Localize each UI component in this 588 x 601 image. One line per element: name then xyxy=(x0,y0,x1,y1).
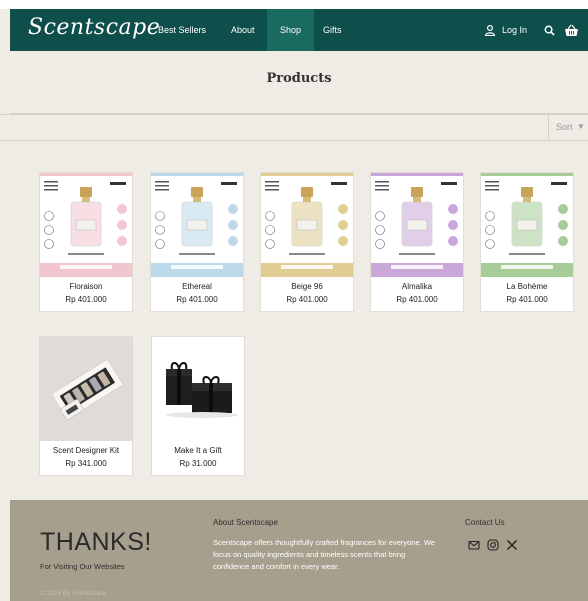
page-title: Products xyxy=(266,71,332,86)
copyright: © 2025 By Scentscape xyxy=(40,590,107,597)
product-name[interactable]: Floraison xyxy=(40,282,132,291)
navbar: Scentscape Best Sellers About Shop Gifts… xyxy=(10,9,588,51)
product-price: Rp 401.000 xyxy=(65,295,107,304)
product-price: Rp 401.000 xyxy=(286,295,328,304)
product-image[interactable] xyxy=(481,173,573,277)
product-price: Rp 401.000 xyxy=(396,295,438,304)
product-card[interactable]: Make It a Gift Rp 31.000 xyxy=(151,336,245,476)
product-price: Rp 401.000 xyxy=(176,295,218,304)
basket-icon xyxy=(564,24,579,37)
chevron-down-icon[interactable]: ▼ xyxy=(577,122,585,131)
product-price: Rp 31.000 xyxy=(179,459,217,468)
product-name[interactable]: La Bohème xyxy=(481,282,573,291)
footer: THANKS! For Visiting Our Websites © 2025… xyxy=(10,500,588,601)
product-name[interactable]: Make It a Gift xyxy=(152,446,244,455)
product-name[interactable]: Almalika xyxy=(371,282,463,291)
product-price: Rp 401.000 xyxy=(506,295,548,304)
user-icon xyxy=(484,24,496,36)
product-card[interactable]: La Bohème Rp 401.000 xyxy=(480,172,574,312)
nav-about[interactable]: About xyxy=(231,9,255,51)
contact-icons xyxy=(468,538,518,556)
product-card[interactable]: Beige 96 Rp 401.000 xyxy=(260,172,354,312)
about-title: About Scentscape xyxy=(213,518,278,527)
product-card[interactable]: Floraison Rp 401.000 xyxy=(39,172,133,312)
product-name[interactable]: Scent Designer Kit xyxy=(40,446,132,455)
sort-bar: Sort ▼ xyxy=(0,114,588,141)
x-icon[interactable] xyxy=(506,538,518,556)
product-name[interactable]: Ethereal xyxy=(151,282,243,291)
product-name[interactable]: Beige 96 xyxy=(261,282,353,291)
thanks-heading: THANKS! xyxy=(40,528,152,556)
product-card[interactable]: Almalika Rp 401.000 xyxy=(370,172,464,312)
contact-title: Contact Us xyxy=(465,518,505,527)
product-image[interactable] xyxy=(151,173,243,277)
product-image[interactable] xyxy=(371,173,463,277)
instagram-icon[interactable] xyxy=(487,538,499,556)
product-image[interactable] xyxy=(152,337,244,441)
login-link[interactable]: Log In xyxy=(484,9,527,51)
cart-button[interactable] xyxy=(564,9,579,51)
search-icon xyxy=(544,25,555,36)
nav-gifts[interactable]: Gifts xyxy=(323,9,342,51)
title-section: Products xyxy=(10,51,588,114)
product-card[interactable]: Scent Designer Kit Rp 341.000 xyxy=(39,336,133,476)
login-label: Log In xyxy=(502,25,528,35)
brand-logo[interactable]: Scentscape xyxy=(28,15,160,40)
sort-divider xyxy=(548,115,549,140)
product-image[interactable] xyxy=(40,173,132,277)
product-card[interactable]: Ethereal Rp 401.000 xyxy=(150,172,244,312)
thanks-subtitle: For Visiting Our Websites xyxy=(40,562,125,571)
product-image[interactable] xyxy=(40,337,132,441)
product-price: Rp 341.000 xyxy=(65,459,107,468)
nav-best-sellers[interactable]: Best Sellers xyxy=(158,9,206,51)
mail-icon[interactable] xyxy=(468,538,480,556)
about-text: Scentscape offers thoughtfully crafted f… xyxy=(213,538,435,571)
search-button[interactable] xyxy=(544,9,555,51)
product-image[interactable] xyxy=(261,173,353,277)
top-strip xyxy=(0,0,588,9)
nav-shop[interactable]: Shop xyxy=(267,9,315,51)
sort-dropdown[interactable]: Sort xyxy=(556,122,573,132)
